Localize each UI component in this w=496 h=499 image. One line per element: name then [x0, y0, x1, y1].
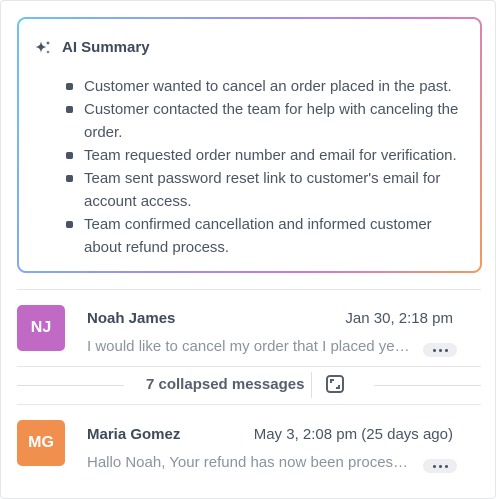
message-preview: I would like to cancel my order that I p…	[87, 338, 413, 355]
avatar-initials: MG	[28, 434, 54, 451]
divider-line	[374, 385, 481, 386]
sparkles-icon	[34, 40, 52, 56]
expand-icon[interactable]	[326, 375, 344, 393]
vertical-divider	[311, 372, 312, 398]
avatar: MG	[17, 420, 65, 466]
summary-point: Customer contacted the team for help wit…	[65, 98, 470, 144]
message-item-maria[interactable]: MG Maria Gomez May 3, 2:08 pm (25 days a…	[17, 405, 481, 481]
summary-point: Team sent password reset link to custome…	[65, 167, 470, 213]
collapsed-messages-label[interactable]: 7 collapsed messages	[146, 376, 304, 393]
ai-summary-title: AI Summary	[62, 39, 150, 56]
summary-point: Team confirmed cancellation and informed…	[65, 213, 470, 259]
avatar: NJ	[17, 305, 65, 351]
sender-name: Maria Gomez	[87, 426, 181, 443]
message-date: Jan 30, 2:18 pm	[345, 310, 453, 327]
divider-line	[17, 385, 124, 386]
sender-name: Noah James	[87, 310, 176, 327]
conversation-card: AI Summary Customer wanted to cancel an …	[0, 0, 496, 499]
ai-summary-header: AI Summary	[34, 39, 150, 56]
ai-summary-list: Customer wanted to cancel an order place…	[65, 75, 470, 259]
ai-summary-panel: AI Summary Customer wanted to cancel an …	[17, 17, 482, 273]
message-item-noah[interactable]: NJ Noah James Jan 30, 2:18 pm I would li…	[17, 290, 481, 366]
message-date: May 3, 2:08 pm (25 days ago)	[253, 426, 453, 443]
more-options-button[interactable]	[423, 459, 457, 473]
summary-point: Team requested order number and email fo…	[65, 144, 470, 167]
avatar-initials: NJ	[30, 319, 52, 336]
summary-point: Customer wanted to cancel an order place…	[65, 75, 470, 98]
message-preview: Hallo Noah, Your refund has now been pro…	[87, 454, 413, 471]
collapsed-messages-row[interactable]: 7 collapsed messages	[17, 367, 481, 403]
more-options-button[interactable]	[423, 343, 457, 357]
